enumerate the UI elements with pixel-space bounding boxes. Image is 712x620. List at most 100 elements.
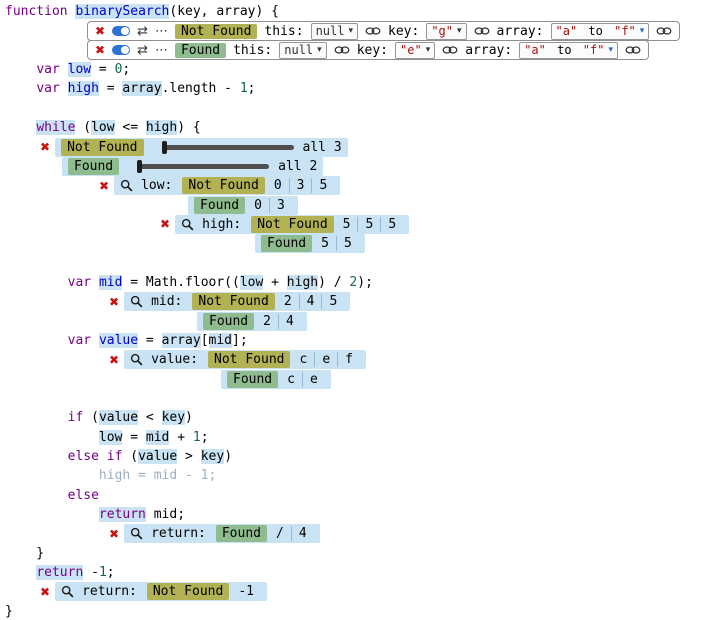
- code-token: ;: [248, 81, 256, 96]
- remove-probe-button[interactable]: ✖: [99, 179, 109, 193]
- remove-probe-button[interactable]: ✖: [109, 527, 119, 541]
- probe-label: low:: [141, 178, 172, 193]
- highlighted-token[interactable]: low: [99, 430, 122, 445]
- remove-probe-button[interactable]: ✖: [40, 140, 50, 154]
- probe-row: ✖return:Found/4: [109, 524, 712, 543]
- swap-arrows-button[interactable]: ⇄: [137, 25, 148, 38]
- example-widget-row: ✖⇄⋯Foundthis:null▾key:"e"▾array:"a" to "…: [87, 41, 712, 60]
- code-token: (: [83, 410, 99, 425]
- probe-widget: Found03: [188, 196, 298, 215]
- link-icon[interactable]: [474, 26, 490, 36]
- toggle-example-switch[interactable]: [112, 26, 130, 36]
- probe-widget: value:Not Foundcef: [124, 350, 366, 369]
- highlighted-token[interactable]: array: [122, 81, 161, 96]
- probe-label: high:: [202, 217, 241, 232]
- highlighted-token[interactable]: low: [91, 120, 114, 135]
- code-token: <: [138, 410, 161, 425]
- more-options-button[interactable]: ⋯: [155, 44, 168, 57]
- probe-value: 5: [381, 215, 403, 234]
- slider-handle[interactable]: [137, 160, 142, 173]
- code-token: [5, 62, 36, 77]
- remove-probe-button[interactable]: ✖: [95, 43, 105, 57]
- iteration-count-label: all 3: [303, 140, 342, 155]
- param-label: this:: [264, 24, 303, 39]
- remove-probe-button[interactable]: ✖: [160, 217, 170, 231]
- highlighted-token[interactable]: low: [68, 62, 91, 77]
- code-token: =: [138, 333, 161, 348]
- highlighted-token[interactable]: key: [201, 449, 224, 464]
- highlighted-token[interactable]: mid: [146, 430, 169, 445]
- array-value-dropdown[interactable]: "a" to "f"▾: [551, 23, 650, 40]
- code-token: ) {: [177, 120, 200, 135]
- param-label: key:: [388, 24, 419, 39]
- probe-row: ✖return:Not Found-1: [40, 582, 712, 601]
- code-token: var: [68, 275, 91, 290]
- iteration-slider-widget: Not Foundall 3: [55, 138, 348, 157]
- code-line: function binarySearch(key, array) {: [5, 2, 712, 21]
- this-value-dropdown[interactable]: null▾: [311, 23, 358, 40]
- slider-track[interactable]: [137, 164, 269, 169]
- dropdown-value: "a": [556, 24, 578, 38]
- probe-value: 4: [279, 312, 301, 331]
- probe-row: Found55: [255, 234, 712, 253]
- example-widget-row: ✖⇄⋯Not Foundthis:null▾key:"g"▾array:"a" …: [87, 21, 712, 40]
- iteration-slider[interactable]: [137, 160, 269, 173]
- code-token: ) /: [318, 275, 349, 290]
- highlighted-token[interactable]: array: [162, 333, 201, 348]
- code-token: ];: [232, 333, 248, 348]
- link-icon[interactable]: [656, 26, 672, 36]
- highlighted-token[interactable]: return: [36, 565, 83, 580]
- highlighted-token[interactable]: high: [68, 81, 99, 96]
- slider-track[interactable]: [162, 145, 294, 150]
- dropdown-value: null: [284, 43, 313, 57]
- iteration-count-label: all 2: [278, 159, 317, 174]
- key-value-dropdown[interactable]: "e"▾: [395, 42, 435, 59]
- highlighted-token[interactable]: mid: [209, 333, 232, 348]
- example-badge: Found: [261, 235, 312, 252]
- link-icon[interactable]: [365, 26, 381, 36]
- iteration-slider[interactable]: [162, 141, 294, 154]
- swap-arrows-button[interactable]: ⇄: [137, 44, 148, 57]
- iteration-slider-row: Foundall 2: [62, 157, 712, 176]
- remove-probe-button[interactable]: ✖: [109, 295, 119, 309]
- highlighted-token[interactable]: value: [138, 449, 177, 464]
- code-token: [5, 81, 36, 96]
- highlighted-token[interactable]: mid: [99, 275, 122, 290]
- highlighted-token[interactable]: while: [36, 120, 75, 135]
- highlighted-token[interactable]: high: [287, 275, 318, 290]
- example-badge[interactable]: Found: [175, 43, 226, 58]
- key-value-dropdown[interactable]: "g"▾: [426, 23, 466, 40]
- code-line: var mid = Math.floor((low + high) / 2);: [5, 273, 712, 292]
- code-token: else: [68, 449, 99, 464]
- probe-value: 4: [300, 292, 322, 311]
- highlighted-token[interactable]: key: [162, 410, 185, 425]
- example-badge[interactable]: Not Found: [175, 24, 257, 39]
- probe-widget: low:Not Found035: [114, 176, 340, 195]
- highlighted-token[interactable]: binarySearch: [75, 4, 169, 19]
- example-badge: Not Found: [192, 293, 274, 310]
- code-token: (key, array) {: [169, 4, 279, 19]
- highlighted-token[interactable]: value: [99, 333, 138, 348]
- magnifier-icon: [120, 179, 133, 192]
- highlighted-token[interactable]: low: [240, 275, 263, 290]
- highlighted-token[interactable]: return: [99, 507, 146, 522]
- array-value-dropdown[interactable]: "a" to "f"▾: [519, 42, 618, 59]
- toggle-example-switch[interactable]: [112, 45, 130, 55]
- magnifier-icon: [61, 585, 74, 598]
- this-value-dropdown[interactable]: null▾: [279, 42, 326, 59]
- link-icon[interactable]: [334, 45, 350, 55]
- highlighted-token[interactable]: value: [99, 410, 138, 425]
- more-options-button[interactable]: ⋯: [155, 25, 168, 38]
- highlighted-token[interactable]: high: [146, 120, 177, 135]
- example-badge: Found: [203, 313, 254, 330]
- slider-handle[interactable]: [162, 141, 167, 154]
- probe-values: 24: [256, 312, 301, 331]
- code-token: [60, 62, 68, 77]
- remove-probe-button[interactable]: ✖: [95, 24, 105, 38]
- link-icon[interactable]: [442, 45, 458, 55]
- link-icon[interactable]: [625, 45, 641, 55]
- remove-probe-button[interactable]: ✖: [40, 585, 50, 599]
- remove-probe-button[interactable]: ✖: [109, 353, 119, 367]
- code-token: [5, 430, 99, 445]
- probe-value: 0: [247, 196, 269, 215]
